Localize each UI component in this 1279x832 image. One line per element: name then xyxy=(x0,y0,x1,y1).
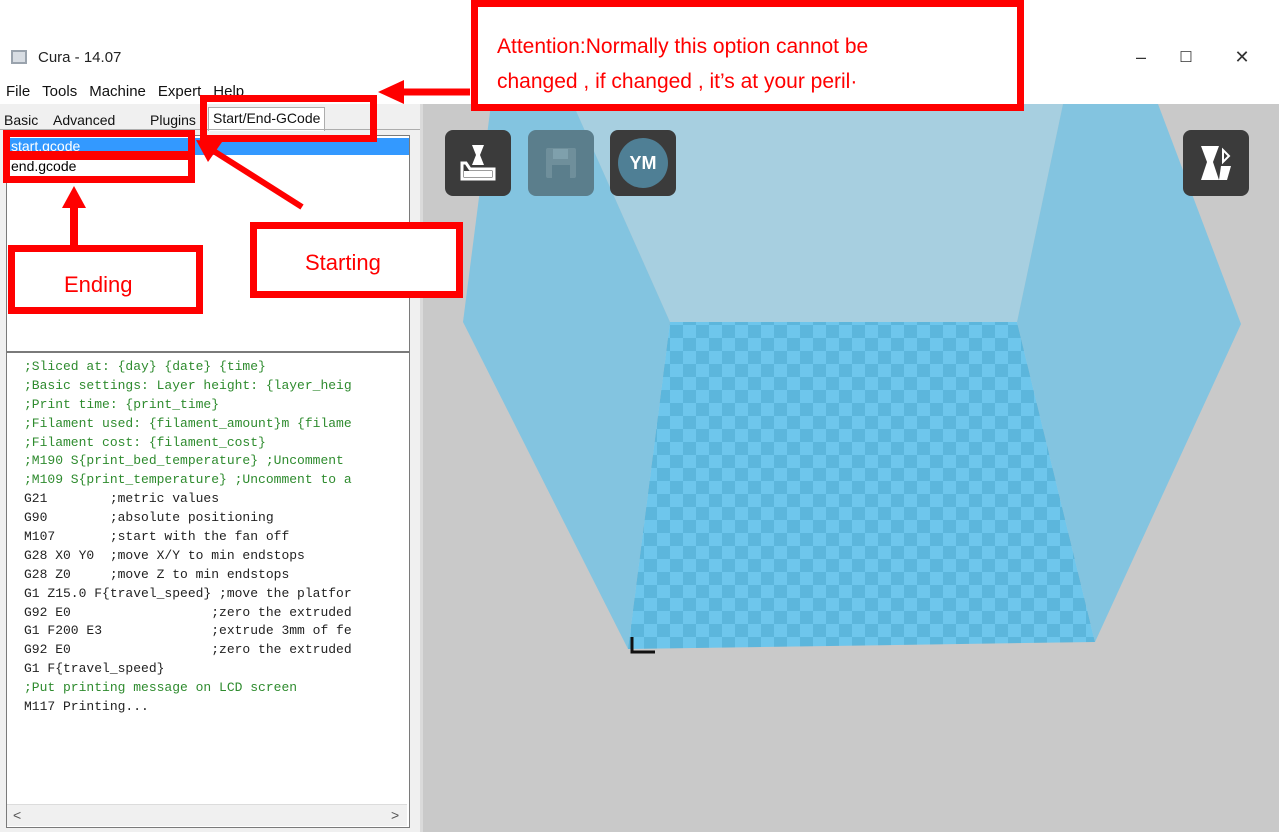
gcode-line: ;Filament cost: {filament_cost} xyxy=(24,434,266,450)
gcode-line: ;Put printing message on LCD screen xyxy=(24,680,298,696)
gcode-line: G28 X0 Y0 ;move X/Y to min endstops xyxy=(24,547,305,563)
tab-highlight-box xyxy=(200,95,377,142)
menu-file[interactable]: File xyxy=(6,83,30,100)
gcode-line: G90 ;absolute positioning xyxy=(24,510,274,526)
menu-machine[interactable]: Machine xyxy=(89,83,146,100)
gcode-line: ;M109 S{print_temperature} ;Uncomment to… xyxy=(24,472,352,488)
cura-app-icon xyxy=(11,50,27,64)
scroll-right-icon[interactable]: > xyxy=(391,807,399,823)
gcode-line: G1 Z15.0 F{travel_speed} ;move the platf… xyxy=(24,585,352,601)
window-title: Cura - 14.07 xyxy=(38,49,122,66)
starting-label: Starting xyxy=(305,250,381,275)
attention-text-line1: Attention:Normally this option cannot be xyxy=(497,35,869,58)
save-gcode-button[interactable] xyxy=(528,130,594,196)
attention-text-line2: changed , if changed , it’s at your peri… xyxy=(497,70,858,93)
tab-plugins[interactable]: Plugins xyxy=(150,111,196,130)
gcode-line: ;Basic settings: Layer height: {layer_he… xyxy=(24,377,352,393)
ending-label: Ending xyxy=(64,272,133,297)
gcode-line: ;Filament used: {filament_amount}m {fila… xyxy=(24,415,352,431)
view-mode-button[interactable] xyxy=(1183,130,1249,196)
save-gcode-icon xyxy=(546,148,576,178)
close-button[interactable]: ✕ xyxy=(1222,42,1262,72)
minimize-button[interactable]: – xyxy=(1121,42,1161,72)
ym-label: YM xyxy=(629,152,657,173)
end-gcode-highlight-box xyxy=(3,153,195,183)
build-volume-scene xyxy=(463,104,1241,654)
gcode-line: M107 ;start with the fan off xyxy=(24,529,290,545)
view-mode-icon xyxy=(1201,146,1231,180)
close-icon: ✕ xyxy=(1234,46,1250,67)
gcode-line: ;Print time: {print_time} xyxy=(24,396,220,412)
ym-icon: YM xyxy=(618,138,668,188)
3d-viewport[interactable]: YM xyxy=(423,104,1279,832)
gcode-line: G28 Z0 ;move Z to min endstops xyxy=(24,566,290,582)
gcode-line: G1 F200 E3 ;extrude 3mm of fe xyxy=(24,623,352,639)
gcode-line: ;M190 S{print_bed_temperature} ;Uncommen… xyxy=(24,453,344,469)
gcode-line: G92 E0 ;zero the extruded xyxy=(24,642,352,658)
scroll-left-icon[interactable]: < xyxy=(13,807,21,823)
minimize-icon: – xyxy=(1135,46,1146,67)
menu-expert[interactable]: Expert xyxy=(158,83,201,100)
gcode-line: G92 E0 ;zero the extruded xyxy=(24,604,352,620)
tab-basic[interactable]: Basic xyxy=(4,111,38,130)
maximize-icon: ☐ xyxy=(1179,49,1193,66)
gcode-line: M117 Printing... xyxy=(24,699,149,715)
gcode-line: G1 F{travel_speed} xyxy=(24,661,165,677)
gcode-line: G21 ;metric values xyxy=(24,491,220,507)
horizontal-scrollbar[interactable]: < > xyxy=(7,804,407,826)
gcode-text[interactable]: ;Sliced at: {day} {date} {time} ;Basic se… xyxy=(24,358,396,758)
load-model-button[interactable] xyxy=(445,130,511,196)
maximize-button[interactable]: ☐ xyxy=(1166,42,1206,72)
tab-advanced[interactable]: Advanced xyxy=(53,111,115,130)
menu-tools[interactable]: Tools xyxy=(42,83,77,100)
build-platform xyxy=(628,322,1095,649)
load-model-icon xyxy=(460,145,496,181)
ym-button[interactable]: YM xyxy=(610,130,676,196)
gcode-line: ;Sliced at: {day} {date} {time} xyxy=(24,359,266,374)
